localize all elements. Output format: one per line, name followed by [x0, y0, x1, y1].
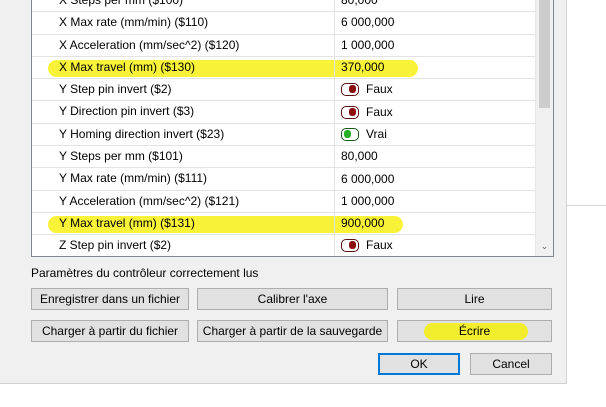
- setting-value[interactable]: Faux: [335, 79, 535, 100]
- setting-value[interactable]: 900,000: [335, 213, 535, 234]
- setting-name: X Max rate (mm/min) ($110): [32, 12, 335, 34]
- load-from-file-button[interactable]: Charger à partir du fichier: [31, 320, 189, 342]
- setting-value-text: Faux: [366, 238, 393, 253]
- setting-value-text: 370,000: [341, 60, 385, 75]
- read-button[interactable]: Lire: [397, 288, 552, 310]
- toggle-off-icon[interactable]: [341, 105, 359, 119]
- settings-row[interactable]: Y Direction pin invert ($3) Faux: [32, 101, 535, 124]
- settings-row[interactable]: Y Max travel (mm) ($131) 900,000: [32, 212, 535, 236]
- setting-name: Z Step pin invert ($2): [32, 235, 335, 256]
- setting-value-text: 6 000,000: [341, 15, 395, 30]
- scrollbar-thumb[interactable]: [539, 0, 550, 108]
- setting-value[interactable]: Faux: [335, 235, 535, 256]
- setting-name: Y Steps per mm ($101): [32, 146, 335, 168]
- settings-row[interactable]: Y Homing direction invert ($23) Vrai: [32, 123, 535, 147]
- settings-row[interactable]: X Steps per mm ($100) 80,000: [32, 0, 535, 13]
- scroll-down-arrow-icon[interactable]: ⌄: [539, 242, 550, 251]
- cancel-button[interactable]: Cancel: [470, 353, 552, 375]
- background-divider: [566, 205, 606, 206]
- settings-row[interactable]: Z Step pin invert ($2) Faux: [32, 235, 535, 256]
- ok-button[interactable]: OK: [378, 353, 460, 375]
- setting-value[interactable]: Vrai: [335, 124, 535, 145]
- ok-label: OK: [410, 357, 428, 371]
- setting-value-text: 1 000,000: [341, 193, 395, 208]
- settings-row[interactable]: Y Acceleration (mm/sec^2) ($121) 1 000,00…: [32, 190, 535, 213]
- write-label: Écrire: [458, 324, 491, 338]
- setting-name: Y Acceleration (mm/sec^2) ($121): [32, 190, 335, 212]
- toggle-off-icon[interactable]: [341, 83, 359, 97]
- setting-value-text: 1 000,000: [341, 37, 395, 52]
- setting-value-text: 6 000,000: [341, 171, 395, 186]
- setting-name: X Acceleration (mm/sec^2) ($120): [32, 34, 335, 56]
- setting-value-text: 900,000: [341, 216, 385, 231]
- settings-row[interactable]: X Max rate (mm/min) ($110) 6 000,000: [32, 12, 535, 35]
- settings-grid: X Steps per mm ($100) 80,000 X Max rate (m…: [31, 0, 554, 257]
- load-from-file-label: Charger à partir du fichier: [41, 324, 179, 338]
- setting-name: X Max travel (mm) ($130): [32, 56, 335, 79]
- setting-value-text: 80,000: [341, 0, 378, 8]
- settings-rows: X Steps per mm ($100) 80,000 X Max rate (m…: [32, 0, 535, 256]
- setting-name: Y Max travel (mm) ($131): [32, 212, 335, 235]
- settings-row[interactable]: Y Step pin invert ($2) Faux: [32, 79, 535, 102]
- setting-value-text: Vrai: [366, 126, 387, 141]
- setting-value[interactable]: 6 000,000: [335, 168, 535, 189]
- toggle-off-icon[interactable]: [341, 239, 359, 253]
- setting-value-text: Faux: [366, 82, 393, 97]
- setting-value[interactable]: 1 000,000: [335, 191, 535, 212]
- load-from-backup-button[interactable]: Charger à partir de la sauvegarde: [197, 320, 388, 342]
- settings-row[interactable]: X Max travel (mm) ($130) 370,000: [32, 56, 535, 80]
- settings-dialog: X Steps per mm ($100) 80,000 X Max rate (m…: [0, 0, 567, 384]
- settings-row[interactable]: Y Steps per mm ($101) 80,000: [32, 146, 535, 169]
- setting-name: Y Direction pin invert ($3): [32, 101, 335, 123]
- read-label: Lire: [464, 292, 485, 306]
- load-from-backup-label: Charger à partir de la sauvegarde: [202, 324, 383, 338]
- calibrate-axis-button[interactable]: Calibrer l'axe: [197, 288, 388, 310]
- settings-row[interactable]: Y Max rate (mm/min) ($111) 6 000,000: [32, 168, 535, 191]
- setting-value[interactable]: 6 000,000: [335, 12, 535, 33]
- setting-name: Y Max rate (mm/min) ($111): [32, 168, 335, 190]
- setting-name: X Steps per mm ($100): [32, 0, 335, 12]
- save-to-file-label: Enregistrer dans un fichier: [39, 292, 181, 306]
- setting-value[interactable]: Faux: [335, 101, 535, 122]
- cancel-label: Cancel: [492, 357, 530, 371]
- calibrate-axis-label: Calibrer l'axe: [257, 292, 328, 306]
- setting-value[interactable]: 1 000,000: [335, 35, 535, 56]
- vertical-scrollbar[interactable]: ⌄: [535, 0, 553, 256]
- setting-name: Y Step pin invert ($2): [32, 79, 335, 101]
- setting-value[interactable]: 80,000: [335, 0, 535, 11]
- setting-value[interactable]: 370,000: [335, 57, 535, 78]
- setting-value-text: 80,000: [341, 149, 378, 164]
- settings-row[interactable]: X Acceleration (mm/sec^2) ($120) 1 000,00…: [32, 34, 535, 57]
- toggle-on-icon[interactable]: [341, 127, 359, 141]
- save-to-file-button[interactable]: Enregistrer dans un fichier: [31, 288, 189, 310]
- status-message: Paramètres du contrôleur correctement lu…: [31, 266, 259, 280]
- setting-name: Y Homing direction invert ($23): [32, 123, 335, 146]
- setting-value-text: Faux: [366, 104, 393, 119]
- setting-value[interactable]: 80,000: [335, 146, 535, 167]
